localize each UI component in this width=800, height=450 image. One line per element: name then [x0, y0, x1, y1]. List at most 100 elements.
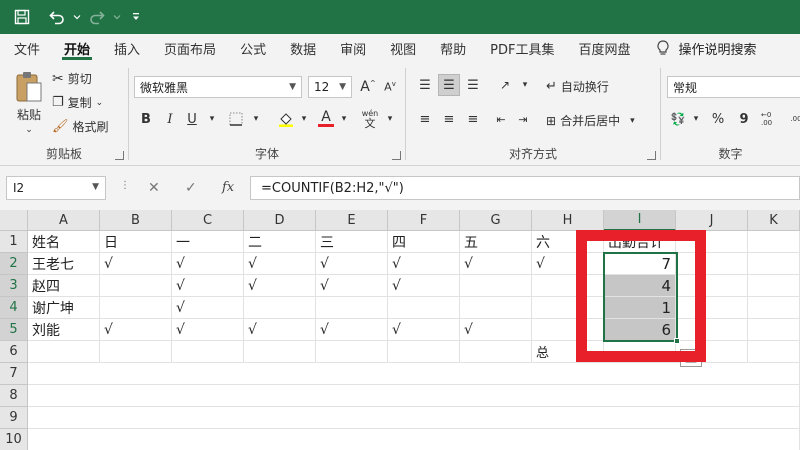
row-header-4[interactable]: 4 — [0, 297, 28, 319]
cell-f4[interactable] — [388, 297, 460, 319]
wrap-text-button[interactable]: ↵ 自动换行 — [546, 78, 609, 95]
font-launcher-icon[interactable] — [392, 151, 401, 160]
cell-b6[interactable] — [100, 341, 172, 363]
copy-dropdown-icon[interactable]: ⌄ — [96, 98, 104, 108]
font-name-select[interactable]: 微软雅黑 ▼ — [134, 76, 302, 98]
merge-dropdown-icon[interactable]: ▾ — [630, 116, 635, 126]
cell-j1[interactable] — [676, 231, 748, 253]
number-format-select[interactable]: 常规 — [667, 76, 800, 98]
cell-k5[interactable] — [748, 319, 800, 341]
cell-b5[interactable]: √ — [100, 319, 172, 341]
cell-b3[interactable] — [100, 275, 172, 297]
insert-function-button[interactable]: fx — [222, 180, 234, 195]
font-color-dropdown-icon[interactable]: ▾ — [333, 108, 355, 130]
tab-review[interactable]: 审阅 — [328, 34, 378, 62]
borders-dropdown-icon[interactable]: ▾ — [245, 108, 267, 130]
increase-indent-button[interactable]: ⇥ — [512, 108, 534, 130]
comma-style-button[interactable]: 9 — [733, 108, 755, 130]
increase-decimal-button[interactable]: ←0 .00 — [761, 108, 783, 130]
cell-a5[interactable]: 刘能 — [28, 319, 100, 341]
decrease-font-size-button[interactable]: Av — [379, 76, 401, 98]
fill-handle[interactable] — [674, 338, 680, 344]
cell-b2[interactable]: √ — [100, 253, 172, 275]
cell-k3[interactable] — [748, 275, 800, 297]
increase-font-size-button[interactable]: A^ — [357, 76, 379, 98]
name-box[interactable]: I2 ▼ — [6, 176, 106, 200]
cell-e3[interactable]: √ — [316, 275, 388, 297]
cell-f6[interactable] — [388, 341, 460, 363]
cell-a1[interactable]: 姓名 — [28, 231, 100, 253]
cell-d2[interactable]: √ — [244, 253, 316, 275]
underline-dropdown-icon[interactable]: ▾ — [201, 108, 223, 130]
column-header-h[interactable]: H — [532, 210, 604, 231]
cell-b1[interactable]: 日 — [100, 231, 172, 253]
redo-dropdown-icon[interactable] — [110, 0, 124, 34]
cell-a3[interactable]: 赵四 — [28, 275, 100, 297]
cancel-icon[interactable]: ✕ — [148, 180, 160, 196]
column-header-e[interactable]: E — [316, 210, 388, 231]
cell-h4[interactable] — [532, 297, 604, 319]
font-size-select[interactable]: 12 ▼ — [308, 76, 352, 98]
cell-c6[interactable] — [172, 341, 244, 363]
formula-input[interactable]: =COUNTIF(B2:H2,"√") — [250, 176, 800, 200]
cell-c3[interactable]: √ — [172, 275, 244, 297]
row-header-7[interactable]: 7 — [0, 363, 28, 385]
cell-h1[interactable]: 六 — [532, 231, 604, 253]
customize-qat-icon[interactable] — [124, 0, 148, 34]
enter-check-icon[interactable]: ✓ — [185, 180, 197, 196]
clipboard-launcher-icon[interactable] — [115, 151, 124, 160]
bold-button[interactable]: B — [135, 108, 157, 130]
tab-formulas[interactable]: 公式 — [228, 34, 278, 62]
cell-e2[interactable]: √ — [316, 253, 388, 275]
phonetic-dropdown-icon[interactable]: ▾ — [379, 108, 401, 130]
percent-button[interactable]: % — [707, 108, 729, 130]
column-header-c[interactable]: C — [172, 210, 244, 231]
orientation-button[interactable]: ↗ — [494, 74, 516, 96]
cell-j4[interactable] — [676, 297, 748, 319]
cell-f3[interactable]: √ — [388, 275, 460, 297]
cell-g1[interactable]: 五 — [460, 231, 532, 253]
accounting-dropdown-icon[interactable]: ▾ — [685, 108, 707, 130]
cell-b4[interactable] — [100, 297, 172, 319]
cell-e6[interactable] — [316, 341, 388, 363]
row-header-10[interactable]: 10 — [0, 429, 28, 450]
column-header-f[interactable]: F — [388, 210, 460, 231]
cut-button[interactable]: ✂ 剪切 — [52, 70, 92, 87]
row-header-5[interactable]: 5 — [0, 319, 28, 341]
row-header-2[interactable]: 2 — [0, 253, 28, 275]
decrease-indent-button[interactable]: ⇤ — [490, 108, 512, 130]
align-middle-button[interactable]: ☰ — [438, 74, 460, 96]
column-header-a[interactable]: A — [28, 210, 100, 231]
column-header-d[interactable]: D — [244, 210, 316, 231]
cell-i5[interactable]: 6 — [604, 319, 676, 341]
undo-icon[interactable] — [44, 0, 70, 34]
cell-f2[interactable]: √ — [388, 253, 460, 275]
cell-h3[interactable] — [532, 275, 604, 297]
column-header-j[interactable]: J — [676, 210, 748, 231]
cell-g2[interactable]: √ — [460, 253, 532, 275]
cell-c5[interactable]: √ — [172, 319, 244, 341]
column-header-k[interactable]: K — [748, 210, 800, 231]
align-center-button[interactable]: ≡ — [438, 108, 460, 130]
cell-k1[interactable] — [748, 231, 800, 253]
cell-g3[interactable] — [460, 275, 532, 297]
redo-icon[interactable] — [84, 0, 110, 34]
italic-button[interactable]: I — [159, 108, 181, 130]
row-header-1[interactable]: 1 — [0, 231, 28, 253]
borders-button[interactable] — [225, 108, 247, 130]
tab-baidu-netdisk[interactable]: 百度网盘 — [566, 34, 642, 62]
format-painter-button[interactable]: 🖌 格式刷 — [52, 118, 109, 135]
cell-d5[interactable]: √ — [244, 319, 316, 341]
quick-analysis-button[interactable] — [680, 349, 702, 367]
cell-j2[interactable] — [676, 253, 748, 275]
cell-i6[interactable] — [604, 341, 676, 363]
row-header-9[interactable]: 9 — [0, 407, 28, 429]
tell-me-search[interactable]: 操作说明搜索 — [642, 39, 757, 58]
chevron-down-icon[interactable]: ▼ — [92, 182, 99, 192]
decrease-decimal-button[interactable]: .00 — [785, 108, 800, 130]
align-bottom-button[interactable]: ☰ — [462, 74, 484, 96]
column-header-b[interactable]: B — [100, 210, 172, 231]
cell-h6[interactable]: 总 — [532, 341, 604, 363]
tab-insert[interactable]: 插入 — [102, 34, 152, 62]
row-header-8[interactable]: 8 — [0, 385, 28, 407]
